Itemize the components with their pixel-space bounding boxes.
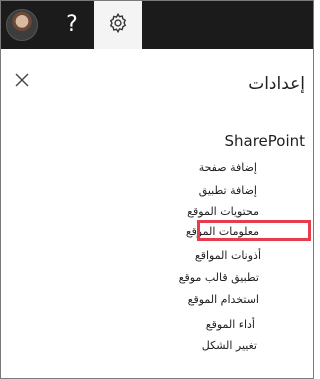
- menu-item-site-usage[interactable]: استخدام الموقع: [188, 293, 259, 306]
- menu-item-site-information[interactable]: معلومات الموقع: [186, 225, 259, 238]
- menu-item-apply-site-template[interactable]: تطبيق قالب موقع: [179, 271, 259, 284]
- close-panel-button[interactable]: [12, 71, 32, 91]
- sharepoint-section-title: SharePoint: [224, 132, 305, 150]
- menu-item-change-the-look[interactable]: تغيير الشكل: [202, 339, 257, 352]
- settings-button[interactable]: [94, 1, 142, 49]
- menu-item-site-performance[interactable]: أداء الموقع: [206, 318, 255, 331]
- menu-item-add-page[interactable]: إضافة صفحة: [199, 161, 257, 174]
- help-button[interactable]: ?: [50, 1, 94, 49]
- gear-icon: [107, 12, 129, 38]
- user-avatar[interactable]: [6, 9, 38, 41]
- menu-item-site-contents[interactable]: محتويات الموقع: [187, 205, 259, 218]
- settings-window: ? إعدادات SharePoint إضافة صفحة إضافة تط…: [0, 0, 314, 379]
- menu-item-site-permissions[interactable]: أذونات المواقع: [195, 249, 261, 262]
- panel-title: إعدادات: [248, 74, 305, 94]
- question-mark-icon: ?: [66, 12, 78, 37]
- top-navigation-bar: ?: [1, 1, 313, 49]
- close-icon: [15, 72, 29, 91]
- menu-item-add-app[interactable]: إضافة تطبيق: [199, 184, 257, 197]
